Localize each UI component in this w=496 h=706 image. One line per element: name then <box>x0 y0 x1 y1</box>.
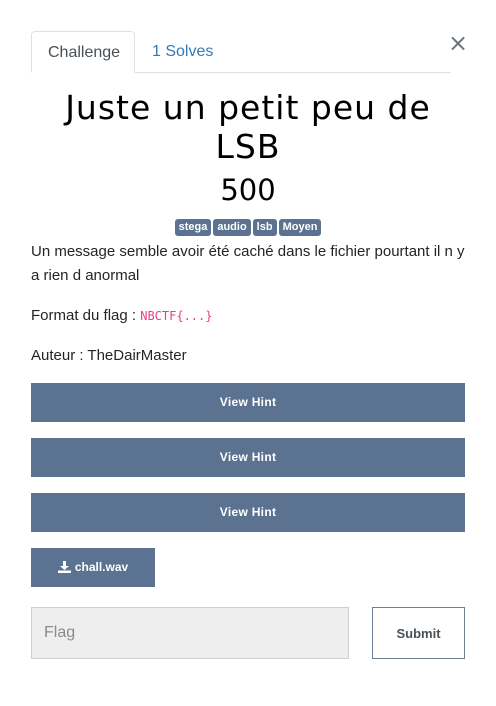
author-line: Auteur : TheDairMaster <box>31 347 187 364</box>
tab-solves[interactable]: 1 Solves <box>136 31 236 72</box>
view-hint-button[interactable]: View Hint <box>31 493 465 532</box>
tag-badge: Moyen <box>278 219 322 236</box>
tag-list: stega audio lsb Moyen <box>31 219 465 237</box>
challenge-description: Un message semble avoir été caché dans l… <box>31 243 465 284</box>
tag-badge: lsb <box>252 219 277 236</box>
flag-input[interactable] <box>31 607 349 659</box>
challenge-title: Juste un petit peu de LSB <box>65 88 431 166</box>
flag-format-line: Format du flag : NBCTF{...} <box>31 305 212 327</box>
download-icon <box>57 561 71 573</box>
view-hint-button[interactable]: View Hint <box>31 438 465 477</box>
tag-badge: audio <box>213 219 251 236</box>
view-hint-button[interactable]: View Hint <box>31 383 465 422</box>
flag-format-code: NBCTF{...} <box>140 309 213 323</box>
challenge-modal: × Challenge 1 Solves Juste un petit peu … <box>0 0 496 706</box>
close-icon[interactable]: × <box>448 30 468 56</box>
submit-button[interactable]: Submit <box>372 607 465 659</box>
challenge-value: 500 <box>220 173 276 207</box>
tag-badge: stega <box>174 219 212 236</box>
file-download-button[interactable]: chall.wav <box>31 548 155 587</box>
modal-tabs: Challenge 1 Solves <box>31 31 451 73</box>
tab-challenge[interactable]: Challenge <box>31 31 135 73</box>
file-name: chall.wav <box>74 560 129 574</box>
flag-format-label: Format du flag : <box>31 307 141 324</box>
